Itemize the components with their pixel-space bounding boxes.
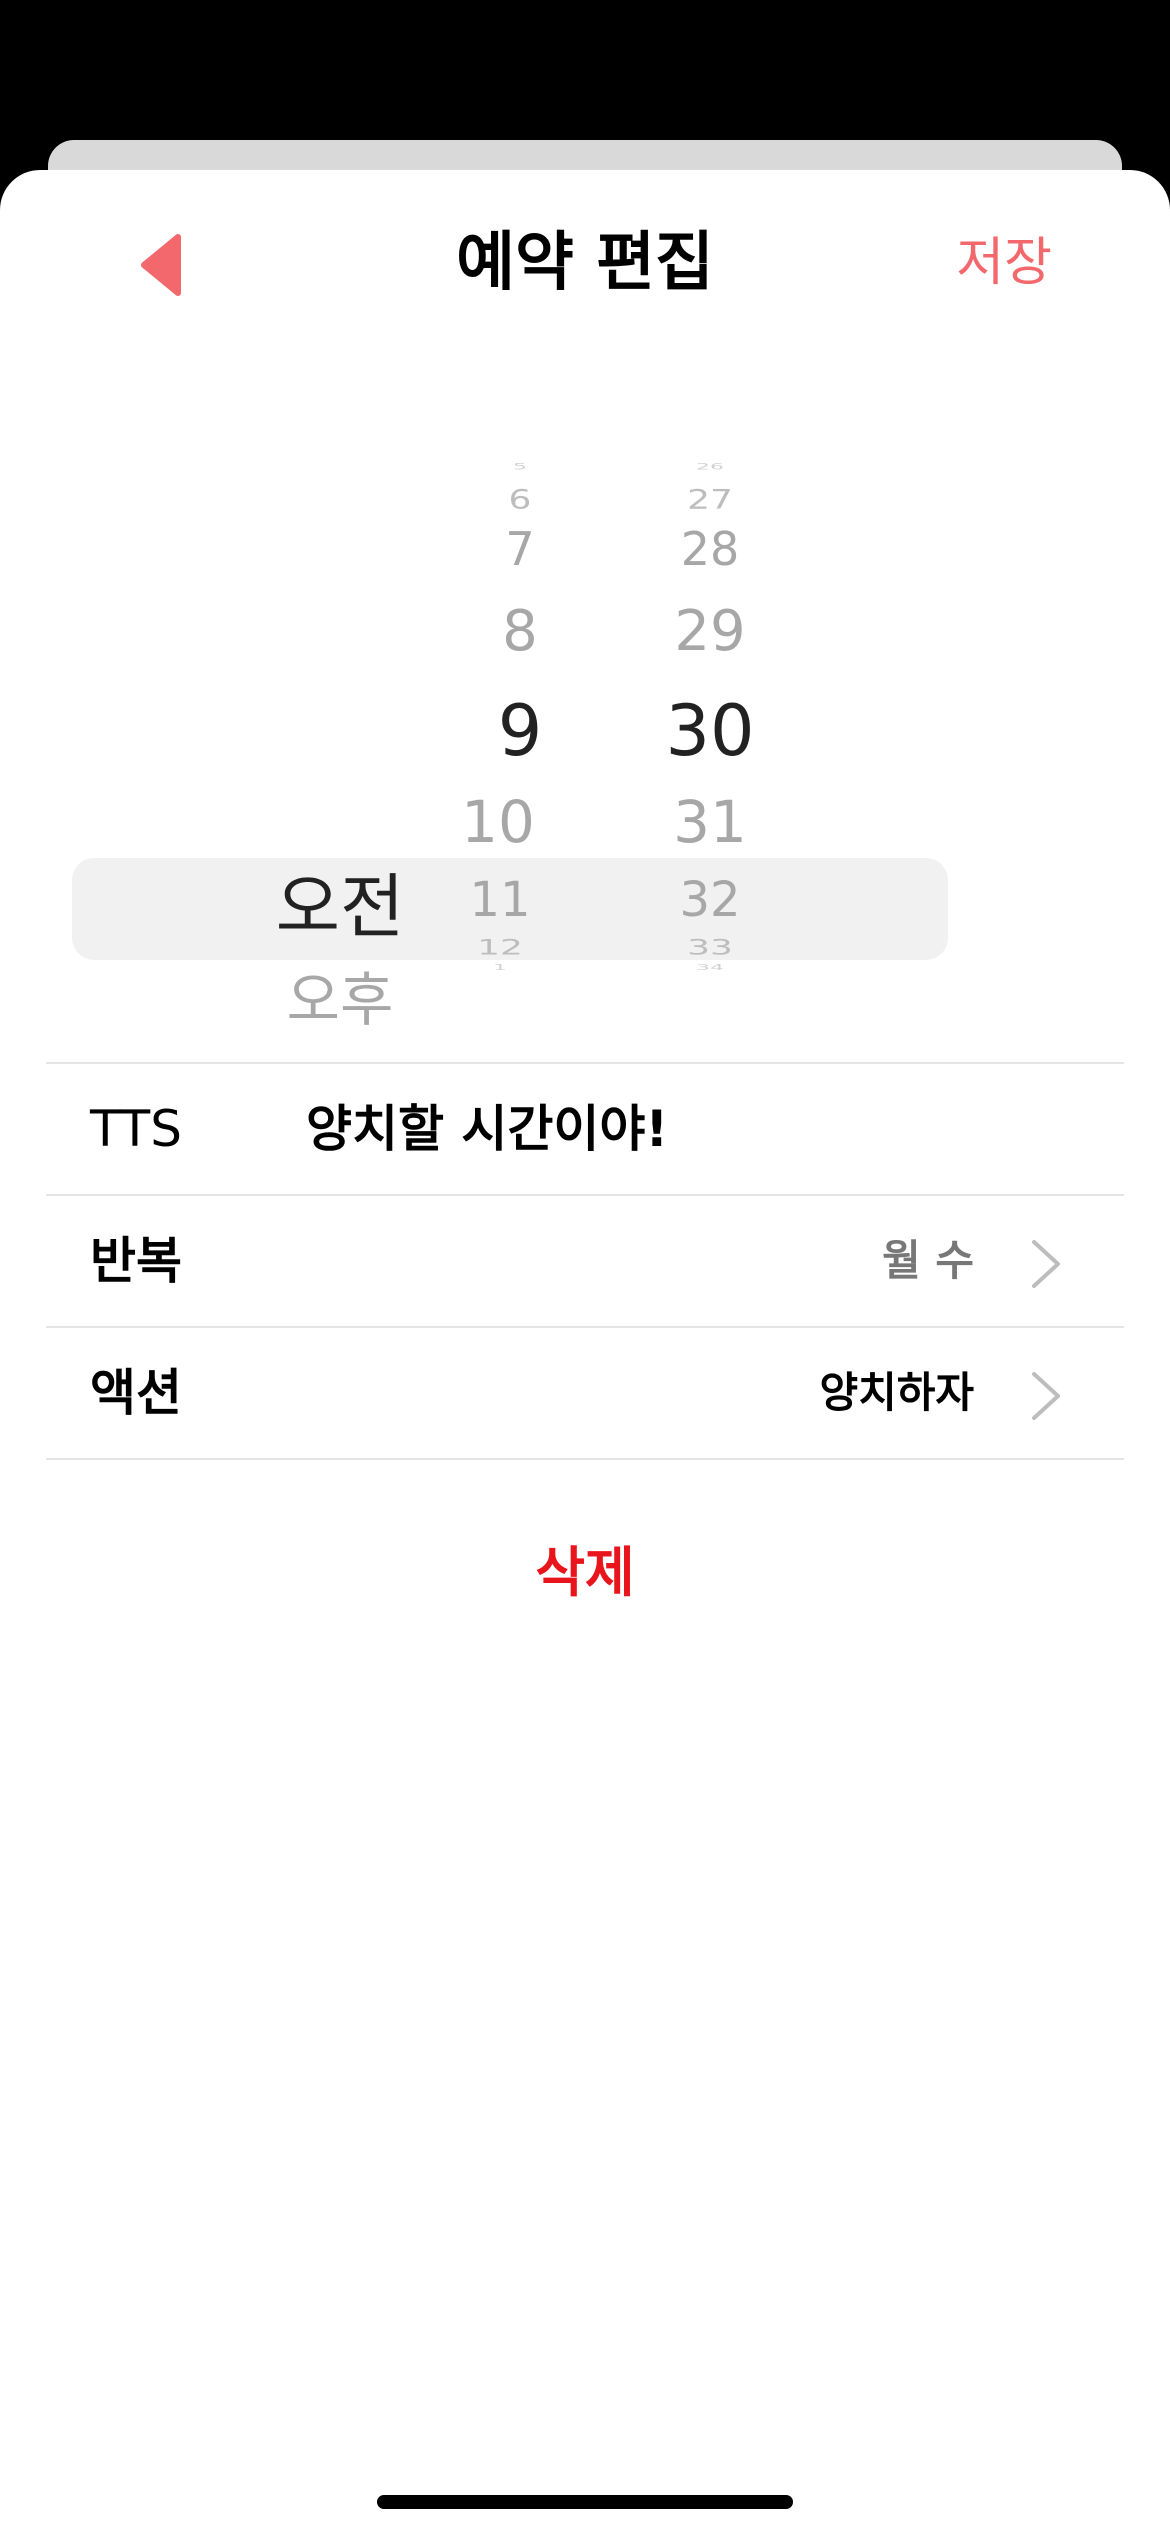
minute-option[interactable]: 28 xyxy=(610,522,810,576)
minute-option[interactable]: 33 xyxy=(610,936,810,960)
tts-label: TTS xyxy=(90,1100,182,1158)
hour-option[interactable]: 1 xyxy=(400,964,600,972)
hour-wheel[interactable]: 5 6 7 8 9 10 11 12 1 xyxy=(420,460,620,1000)
edit-reservation-sheet: 예약 편집 저장 오전 오후 5 6 7 8 9 10 11 12 1 26 2… xyxy=(0,170,1170,2532)
row-divider xyxy=(46,1458,1124,1460)
minute-option[interactable]: 27 xyxy=(610,485,810,515)
action-value: 양치하자 xyxy=(819,1368,974,1417)
hour-option[interactable]: 5 xyxy=(420,461,620,473)
action-row[interactable]: 액션 양치하자 xyxy=(46,1326,1124,1458)
tts-text-field[interactable]: 양치할 시간이야! xyxy=(306,1064,668,1194)
minute-option[interactable]: 34 xyxy=(610,964,810,972)
nav-bar: 예약 편집 저장 xyxy=(0,170,1170,350)
minute-option[interactable]: 32 xyxy=(610,872,810,928)
hour-option[interactable]: 10 xyxy=(398,782,598,862)
hour-option[interactable]: 6 xyxy=(420,485,620,515)
action-label: 액션 xyxy=(90,1364,182,1422)
repeat-label: 반복 xyxy=(90,1232,182,1290)
minute-option-selected[interactable]: 30 xyxy=(610,686,810,776)
hour-option[interactable]: 12 xyxy=(400,936,600,960)
hour-option-selected[interactable]: 9 xyxy=(420,686,620,776)
tts-row[interactable]: TTS 양치할 시간이야! xyxy=(46,1062,1124,1194)
time-picker[interactable]: 오전 오후 5 6 7 8 9 10 11 12 1 26 27 28 29 3… xyxy=(0,460,1170,1034)
hour-option[interactable]: 8 xyxy=(420,600,620,664)
hour-option[interactable]: 7 xyxy=(420,522,620,576)
minute-option[interactable]: 31 xyxy=(610,782,810,862)
chevron-right-icon xyxy=(1032,1372,1060,1420)
repeat-value: 월 수 xyxy=(882,1236,974,1285)
repeat-row[interactable]: 반복 월 수 xyxy=(46,1194,1124,1326)
minute-option[interactable]: 26 xyxy=(610,461,810,473)
home-indicator xyxy=(377,2495,793,2509)
minute-wheel[interactable]: 26 27 28 29 30 31 32 33 34 xyxy=(610,460,810,1000)
delete-button[interactable]: 삭제 xyxy=(0,1528,1170,1607)
chevron-right-icon xyxy=(1032,1240,1060,1288)
save-button[interactable]: 저장 xyxy=(956,218,1052,308)
hour-option[interactable]: 11 xyxy=(400,872,600,928)
minute-option[interactable]: 29 xyxy=(610,600,810,664)
